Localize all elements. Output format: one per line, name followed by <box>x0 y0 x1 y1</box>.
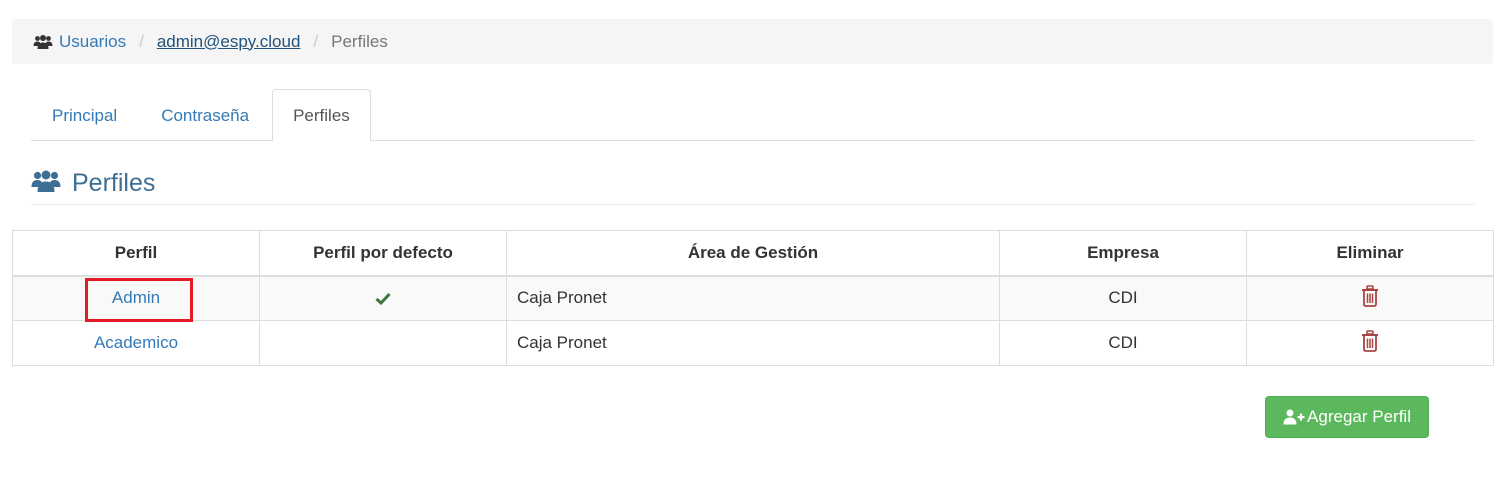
area-cell: Caja Pronet <box>506 275 1000 321</box>
user-plus-icon <box>1283 409 1305 425</box>
breadcrumb-usuarios-link[interactable]: Usuarios <box>59 32 126 52</box>
column-header-empresa: Empresa <box>999 230 1247 277</box>
column-header-perfil: Perfil <box>12 230 260 277</box>
default-profile-cell <box>259 320 507 366</box>
breadcrumb-separator: / <box>139 31 144 51</box>
trash-icon[interactable] <box>1360 284 1380 307</box>
breadcrumb-separator: / <box>313 31 319 51</box>
trash-icon[interactable] <box>1360 329 1380 352</box>
profile-link-admin[interactable]: Admin <box>112 288 160 307</box>
column-header-perfil-por-defecto: Perfil por defecto <box>259 230 507 277</box>
users-icon <box>31 169 61 195</box>
profile-name-cell: Admin <box>12 275 260 322</box>
column-header-area-de-gestion: Área de Gestión <box>506 230 1000 277</box>
page-title: Perfiles <box>72 169 156 197</box>
profile-link-academico[interactable]: Academico <box>94 333 178 352</box>
add-profile-label: Agregar Perfil <box>1307 407 1411 426</box>
tab-contrasena[interactable]: Contraseña <box>140 89 270 140</box>
profile-name-cell: Academico <box>12 320 260 366</box>
tab-bar: Principal Contraseña Perfiles <box>31 89 1475 141</box>
breadcrumb-current: Perfiles <box>331 31 388 51</box>
tab-principal[interactable]: Principal <box>31 89 138 140</box>
empresa-cell: CDI <box>999 275 1247 321</box>
add-profile-button[interactable]: Agregar Perfil <box>1265 396 1429 438</box>
area-cell: Caja Pronet <box>506 320 1000 366</box>
breadcrumb-user-link[interactable]: admin@espy.cloud <box>157 32 301 52</box>
profiles-table: Perfil Perfil por defecto Área de Gestió… <box>12 230 1494 366</box>
delete-cell <box>1246 320 1494 366</box>
tab-perfiles[interactable]: Perfiles <box>272 89 371 141</box>
check-icon <box>375 288 391 307</box>
table-row: Admin Caja Pronet CDI <box>12 275 1494 322</box>
table-header-row: Perfil Perfil por defecto Área de Gestió… <box>12 230 1494 277</box>
users-icon <box>33 34 53 50</box>
table-row: Academico Caja Pronet CDI <box>12 320 1494 366</box>
empresa-cell: CDI <box>999 320 1247 366</box>
column-header-eliminar: Eliminar <box>1246 230 1494 277</box>
delete-cell <box>1246 275 1494 321</box>
breadcrumb: Usuarios / admin@espy.cloud / Perfiles <box>12 19 1493 64</box>
default-profile-cell <box>259 275 507 321</box>
section-header: Perfiles <box>31 165 1475 205</box>
